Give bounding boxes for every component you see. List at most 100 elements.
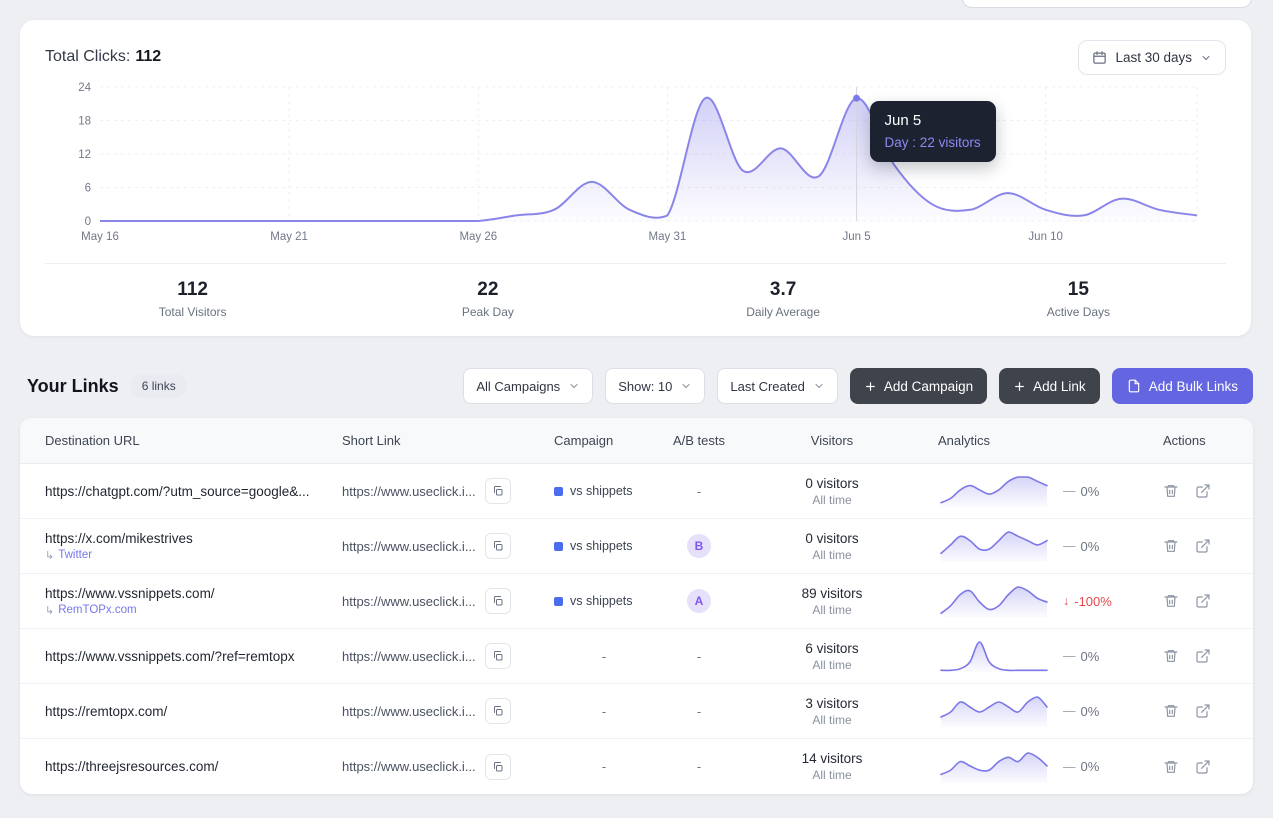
destination-cell: https://www.vssnippets.com/?ref=remtopx … [20, 649, 342, 664]
sort-order-dropdown[interactable]: Last Created [717, 368, 837, 404]
floating-input-partial[interactable] [962, 0, 1252, 8]
svg-text:0: 0 [85, 216, 91, 228]
column-header-campaign: Campaign [554, 433, 654, 448]
plus-icon [864, 380, 877, 393]
change-percent: 0% [1081, 539, 1100, 554]
short-link-url: https://www.useclick.i... [342, 484, 476, 499]
links-table-body: https://chatgpt.com/?utm_source=google&.… [20, 464, 1253, 794]
corner-arrow-icon: ↳ [45, 549, 54, 562]
external-link-icon [1195, 538, 1211, 554]
tooltip-date: Jun 5 [885, 112, 981, 129]
plus-icon [1013, 380, 1026, 393]
visitors-period: All time [744, 603, 920, 617]
destination-url: https://x.com/mikestrives [45, 531, 332, 546]
short-link-url: https://www.useclick.i... [342, 649, 476, 664]
ab-test-badge: - [697, 649, 701, 664]
tooltip-value: Day : 22 visitors [885, 135, 981, 150]
svg-text:6: 6 [85, 183, 91, 195]
copy-link-button[interactable] [485, 754, 511, 780]
add-bulk-links-button[interactable]: Add Bulk Links [1112, 368, 1253, 404]
open-link-button[interactable] [1195, 538, 1211, 554]
column-header-visitors: Visitors [744, 433, 920, 448]
change-indicator: — 0% [1063, 759, 1099, 774]
visitors-cell: 0 visitors All time [744, 531, 920, 562]
links-table-header: Destination URL Short Link Campaign A/B … [20, 418, 1253, 464]
open-link-button[interactable] [1195, 648, 1211, 664]
open-link-button[interactable] [1195, 593, 1211, 609]
trash-icon [1163, 483, 1179, 499]
trash-icon [1163, 538, 1179, 554]
campaign-cell: vs shippets [554, 539, 654, 553]
ab-test-cell: - [654, 649, 744, 664]
visitors-period: All time [744, 493, 920, 507]
show-count-dropdown[interactable]: Show: 10 [605, 368, 705, 404]
delete-link-button[interactable] [1163, 759, 1179, 775]
copy-link-button[interactable] [485, 643, 511, 669]
change-direction-icon: — [1063, 704, 1076, 718]
change-direction-icon: — [1063, 649, 1076, 663]
visitors-period: All time [744, 548, 920, 562]
actions-cell [1150, 703, 1253, 719]
total-clicks-card: Total Clicks:112 Last 30 days 06121824Ma… [20, 20, 1251, 336]
total-clicks-title: Total Clicks:112 [45, 40, 161, 66]
destination-cell: https://x.com/mikestrives ↳ Twitter [20, 531, 342, 562]
date-range-selector[interactable]: Last 30 days [1078, 40, 1226, 75]
destination-cell: https://threejsresources.com/ ↳ [20, 759, 342, 774]
visitors-count: 14 visitors [744, 751, 920, 766]
actions-cell [1150, 648, 1253, 664]
table-row: https://chatgpt.com/?utm_source=google&.… [20, 464, 1253, 519]
table-row: https://www.vssnippets.com/?ref=remtopx … [20, 629, 1253, 684]
ab-test-badge: - [697, 759, 701, 774]
open-link-button[interactable] [1195, 483, 1211, 499]
svg-text:May 21: May 21 [270, 231, 308, 243]
ab-test-cell: - [654, 759, 744, 774]
delete-link-button[interactable] [1163, 648, 1179, 664]
delete-link-button[interactable] [1163, 703, 1179, 719]
campaigns-filter-dropdown[interactable]: All Campaigns [463, 368, 593, 404]
copy-link-button[interactable] [485, 698, 511, 724]
ab-test-cell: B [654, 534, 744, 558]
delete-link-button[interactable] [1163, 483, 1179, 499]
campaign-name: vs shippets [570, 539, 633, 553]
trash-icon [1163, 593, 1179, 609]
copy-link-button[interactable] [485, 588, 511, 614]
add-campaign-button[interactable]: Add Campaign [850, 368, 987, 404]
change-percent: 0% [1081, 759, 1100, 774]
ab-test-cell: A [654, 589, 744, 613]
chevron-down-icon [568, 380, 580, 392]
column-header-analytics: Analytics [920, 433, 1150, 448]
svg-text:12: 12 [78, 149, 91, 161]
svg-text:18: 18 [78, 116, 91, 128]
campaign-name: - [602, 759, 606, 774]
sort-order-label: Last Created [730, 379, 804, 394]
show-count-label: Show: 10 [618, 379, 672, 394]
visitors-cell: 14 visitors All time [744, 751, 920, 782]
actions-cell [1150, 759, 1253, 775]
change-direction-icon: — [1063, 760, 1076, 774]
copy-link-button[interactable] [485, 478, 511, 504]
copy-link-button[interactable] [485, 533, 511, 559]
change-direction-icon: ↓ [1063, 594, 1069, 608]
clicks-chart[interactable]: 06121824May 16May 21May 26May 31Jun 5Jun… [45, 79, 1226, 249]
open-link-button[interactable] [1195, 759, 1211, 775]
ab-test-cell: - [654, 704, 744, 719]
change-indicator: — 0% [1063, 649, 1099, 664]
add-link-button[interactable]: Add Link [999, 368, 1100, 404]
visitors-count: 6 visitors [744, 641, 920, 656]
chevron-down-icon [680, 380, 692, 392]
svg-text:May 16: May 16 [81, 231, 119, 243]
analytics-cell: — 0% [920, 472, 1150, 510]
destination-cell: https://www.vssnippets.com/ ↳ RemTOPx.co… [20, 586, 342, 617]
delete-link-button[interactable] [1163, 593, 1179, 609]
short-link-url: https://www.useclick.i... [342, 594, 476, 609]
analytics-cell: ↓ -100% [920, 582, 1150, 620]
change-indicator: — 0% [1063, 704, 1099, 719]
destination-url: https://remtopx.com/ [45, 704, 332, 719]
delete-link-button[interactable] [1163, 538, 1179, 554]
analytics-cell: — 0% [920, 637, 1150, 675]
open-link-button[interactable] [1195, 703, 1211, 719]
short-link-cell: https://www.useclick.i... [342, 533, 554, 559]
short-link-cell: https://www.useclick.i... [342, 698, 554, 724]
short-link-url: https://www.useclick.i... [342, 539, 476, 554]
visitors-cell: 3 visitors All time [744, 696, 920, 727]
